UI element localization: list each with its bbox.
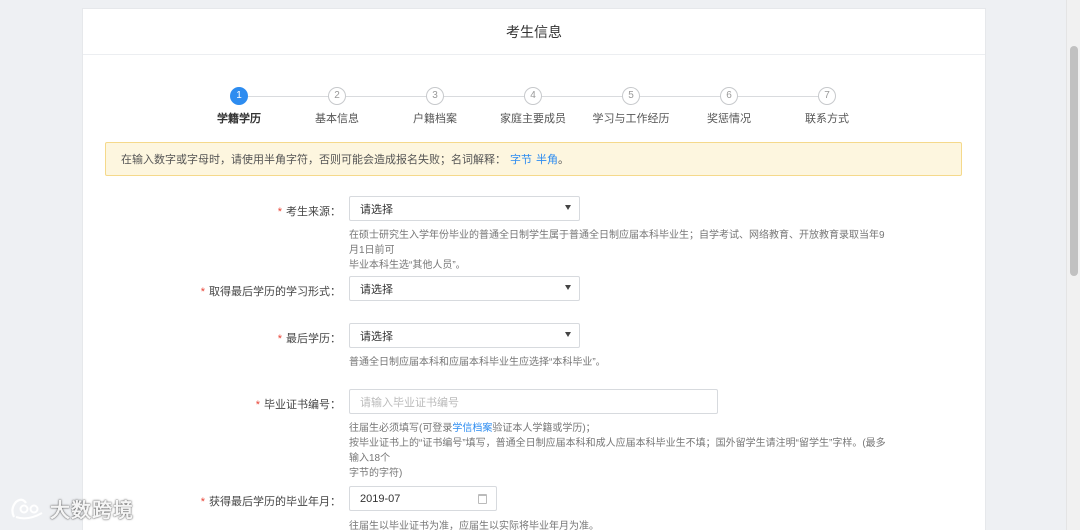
required-mark: * xyxy=(200,496,205,508)
scroll-thumb[interactable] xyxy=(1070,46,1078,276)
step-rewards-penalties[interactable]: 6 奖惩情况 xyxy=(684,87,774,126)
step-label: 学籍学历 xyxy=(217,113,261,125)
cert-no-input[interactable]: 请输入毕业证书编号 xyxy=(349,389,718,414)
step-basic-info[interactable]: 2 基本信息 xyxy=(292,87,382,126)
source-label: * 考生来源： xyxy=(277,206,341,218)
caret-down-icon xyxy=(565,332,571,337)
source-help: 在硕士研究生入学年份毕业的普通全日制学生属于普通全日制应届本科毕业生；自学考试、… xyxy=(349,230,885,271)
step-number: 1 xyxy=(230,87,248,105)
watermark-text: 大数跨境 xyxy=(50,500,134,522)
half-width-notice: 在输入数字或字母时，请使用半角字符，否则可能会造成报名失败；名词解释： 字节 半… xyxy=(105,142,962,176)
study-form-label: * 取得最后学历的学习形式： xyxy=(200,286,341,298)
date-value: 2019-07 xyxy=(360,492,401,505)
page-title: 考生信息 xyxy=(83,9,985,55)
watermark: 大数跨境 xyxy=(8,494,134,523)
step-label: 联系方式 xyxy=(805,113,849,125)
select-value: 请选择 xyxy=(360,283,393,296)
step-number: 4 xyxy=(524,87,542,105)
byte-definition-link[interactable]: 字节 xyxy=(510,151,532,167)
cert-no-label: * 毕业证书编号： xyxy=(255,399,341,411)
page-scrollbar[interactable] xyxy=(1066,0,1080,530)
step-number: 3 xyxy=(426,87,444,105)
step-contact[interactable]: 7 联系方式 xyxy=(782,87,872,126)
step-number: 5 xyxy=(622,87,640,105)
step-academic-record[interactable]: 1 学籍学历 xyxy=(194,87,284,126)
required-mark: * xyxy=(277,206,282,218)
last-degree-select[interactable]: 请选择 xyxy=(349,323,580,348)
step-number: 6 xyxy=(720,87,738,105)
half-width-definition-link[interactable]: 半角 xyxy=(536,151,558,167)
registration-stepper: 1 学籍学历 2 基本信息 3 户籍档案 4 家庭主要成员 5 学习与工作经历 … xyxy=(83,87,987,137)
caret-down-icon xyxy=(565,285,571,290)
chsi-archive-link[interactable]: 学信档案 xyxy=(452,423,492,434)
cert-no-help: 往届生必须填写(可登录学信档案验证本人学籍或学历)； 按毕业证书上的“证书编号”… xyxy=(349,423,886,479)
select-value: 请选择 xyxy=(360,330,393,343)
last-degree-help: 普通全日制应届本科和应届本科毕业生应选择“本科毕业”。 xyxy=(349,357,606,368)
last-degree-label: * 最后学历： xyxy=(277,333,341,345)
grad-date-picker[interactable]: 2019-07 xyxy=(349,486,497,511)
step-label: 基本信息 xyxy=(315,113,359,125)
step-number: 2 xyxy=(328,87,346,105)
step-number: 7 xyxy=(818,87,836,105)
step-label: 奖惩情况 xyxy=(707,113,751,125)
exam-info-card: 考生信息 1 学籍学历 2 基本信息 3 户籍档案 4 家庭主要成员 5 学习与… xyxy=(82,8,986,530)
calendar-icon xyxy=(478,494,487,504)
notice-end: 。 xyxy=(558,154,569,166)
required-mark: * xyxy=(200,286,205,298)
step-label: 学习与工作经历 xyxy=(592,113,670,125)
step-label: 户籍档案 xyxy=(413,113,457,125)
step-label: 家庭主要成员 xyxy=(500,113,566,125)
watermark-logo-icon xyxy=(11,498,43,519)
step-household-file[interactable]: 3 户籍档案 xyxy=(390,87,480,126)
required-mark: * xyxy=(255,399,260,411)
step-study-work-history[interactable]: 5 学习与工作经历 xyxy=(586,87,676,126)
source-select[interactable]: 请选择 xyxy=(349,196,580,221)
select-value: 请选择 xyxy=(360,203,393,216)
step-family-members[interactable]: 4 家庭主要成员 xyxy=(488,87,578,126)
study-form-select[interactable]: 请选择 xyxy=(349,276,580,301)
grad-date-help: 往届生以毕业证书为准，应届生以实际将毕业年月为准。 xyxy=(349,521,599,530)
caret-down-icon xyxy=(565,205,571,210)
grad-date-label: * 获得最后学历的毕业年月： xyxy=(200,496,341,508)
notice-text: 在输入数字或字母时，请使用半角字符，否则可能会造成报名失败；名词解释： xyxy=(121,154,506,166)
required-mark: * xyxy=(277,333,282,345)
